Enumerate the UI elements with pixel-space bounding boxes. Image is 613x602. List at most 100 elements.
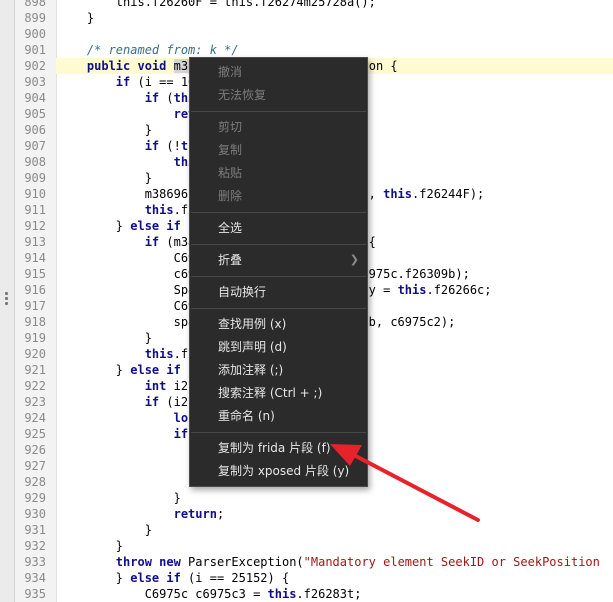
code-token: ;: [216, 507, 225, 521]
line-number: 910: [24, 187, 46, 201]
menu-item-add-comment[interactable]: 添加注释 (;): [190, 359, 367, 381]
code-line[interactable]: C6975c c6975c3 = this.f26283t;: [58, 586, 362, 602]
splitter-grip-dot: [5, 297, 8, 300]
code-line[interactable]: }: [58, 490, 181, 506]
code-token: else if: [130, 219, 181, 233]
code-line[interactable]: int i2: [58, 378, 188, 394]
line-number: 919: [24, 331, 46, 345]
menu-item-label: 剪切: [218, 120, 243, 134]
code-line[interactable]: /* renamed from: k */: [58, 42, 239, 58]
code-line[interactable]: this.f26260F = this.f26274m25728a();: [58, 0, 376, 10]
code-line[interactable]: } else if (i == 25152) {: [58, 570, 289, 586]
menu-item-copy-as-xposed[interactable]: 复制为 xposed 片段 (y): [190, 460, 367, 482]
menu-item-label: 添加注释 (;): [218, 363, 284, 377]
code-token: }: [58, 491, 181, 505]
line-number: 932: [24, 539, 46, 553]
code-line[interactable]: if (thi: [58, 90, 196, 106]
line-number: 912: [24, 219, 46, 233]
line-number: 915: [24, 267, 46, 281]
code-line[interactable]: }: [58, 522, 152, 538]
line-number: 923: [24, 395, 46, 409]
line-number: 935: [24, 587, 46, 601]
line-number: 903: [24, 75, 46, 89]
menu-item-label: 粘贴: [218, 166, 243, 180]
menu-item-undo: 撤消: [190, 61, 367, 83]
menu-item-label: 无法恢复: [218, 88, 267, 102]
menu-separator: [191, 244, 366, 245]
line-number: 918: [24, 315, 46, 329]
code-line[interactable]: thi: [58, 154, 196, 170]
menu-item-select-all[interactable]: 全选: [190, 217, 367, 239]
code-line[interactable]: if: [58, 426, 188, 442]
code-line[interactable]: } else if (: [58, 362, 195, 378]
line-number: 927: [24, 459, 46, 473]
code-token: (i2: [159, 395, 189, 409]
line-number: 905: [24, 107, 46, 121]
code-line[interactable]: return;: [58, 506, 225, 522]
line-number: 930: [24, 507, 46, 521]
menu-item-search-comments[interactable]: 搜索注释 (Ctrl + ;): [190, 382, 367, 404]
code-line[interactable]: if (i == 16: [58, 74, 195, 90]
code-line[interactable]: this.f2: [58, 202, 196, 218]
menu-item-label: 跳到声明 (d): [218, 340, 287, 354]
menu-item-fold[interactable]: 折叠 ❯: [190, 249, 367, 271]
menu-item-copy-as-frida[interactable]: 复制为 frida 片段 (f): [190, 437, 367, 459]
chevron-right-icon: ❯: [349, 253, 359, 266]
menu-item-redo: 无法恢复: [190, 84, 367, 106]
line-number: 931: [24, 523, 46, 537]
code-line[interactable]: this.f2: [58, 346, 196, 362]
menu-item-word-wrap[interactable]: 自动换行: [190, 281, 367, 303]
code-line[interactable]: lon: [58, 410, 196, 426]
code-token: throw new: [115, 555, 181, 569]
code-line[interactable]: }: [58, 122, 152, 138]
code-token: }: [58, 571, 131, 585]
line-number: 901: [24, 43, 46, 57]
code-token: else if: [130, 363, 181, 377]
code-token: return: [173, 507, 217, 521]
code-line[interactable]: throw new ParserException("Mandatory ele…: [58, 554, 600, 570]
code-token: i2: [166, 379, 189, 393]
line-number: 920: [24, 347, 46, 361]
code-token: }: [58, 539, 124, 553]
code-token: .f26244F);: [412, 187, 485, 201]
menu-item-label: 复制为 frida 片段 (f): [218, 441, 331, 455]
code-token: if: [144, 235, 160, 249]
menu-item-delete: 删除: [190, 185, 367, 207]
code-token: }: [58, 363, 131, 377]
menu-item-goto-declaration[interactable]: 跳到声明 (d): [190, 336, 367, 358]
menu-separator: [191, 212, 366, 213]
menu-item-copy: 复制: [190, 139, 367, 161]
code-token: (: [159, 91, 174, 105]
menu-item-label: 复制为 xposed 片段 (y): [218, 464, 350, 478]
code-token: int: [144, 379, 167, 393]
code-token: (i == 25152) {: [180, 571, 290, 585]
code-token: if: [144, 139, 160, 153]
code-line[interactable]: }: [58, 538, 123, 554]
code-line[interactable]: }: [58, 330, 152, 346]
code-line[interactable]: ret: [58, 106, 196, 122]
context-menu: 撤消无法恢复剪切复制粘贴删除全选折叠 ❯ 自动换行查找用例 (x) 跳到声明 (d) 添…: [189, 57, 368, 487]
code-token: (i == 16: [130, 75, 196, 89]
code-line[interactable]: } else if (: [58, 218, 195, 234]
code-line[interactable]: }: [58, 10, 94, 26]
code-line[interactable]: if (i2: [58, 394, 188, 410]
line-number: 921: [24, 363, 46, 377]
splitter-grip-dot: [5, 292, 8, 295]
code-line[interactable]: }: [58, 170, 152, 186]
panel-splitter[interactable]: [0, 0, 15, 602]
menu-item-label: 全选: [218, 221, 243, 235]
code-token: "Mandatory element SeekID or SeekPositio…: [303, 555, 600, 569]
menu-item-label: 重命名 (n): [218, 409, 275, 423]
code-token: .f26266c;: [426, 283, 492, 297]
code-line[interactable]: if (!th: [58, 138, 196, 154]
menu-item-find-usages[interactable]: 查找用例 (x): [190, 313, 367, 335]
menu-item-rename[interactable]: 重命名 (n): [190, 405, 367, 427]
splitter-grip-dot: [5, 302, 8, 305]
code-token: void: [137, 59, 167, 73]
